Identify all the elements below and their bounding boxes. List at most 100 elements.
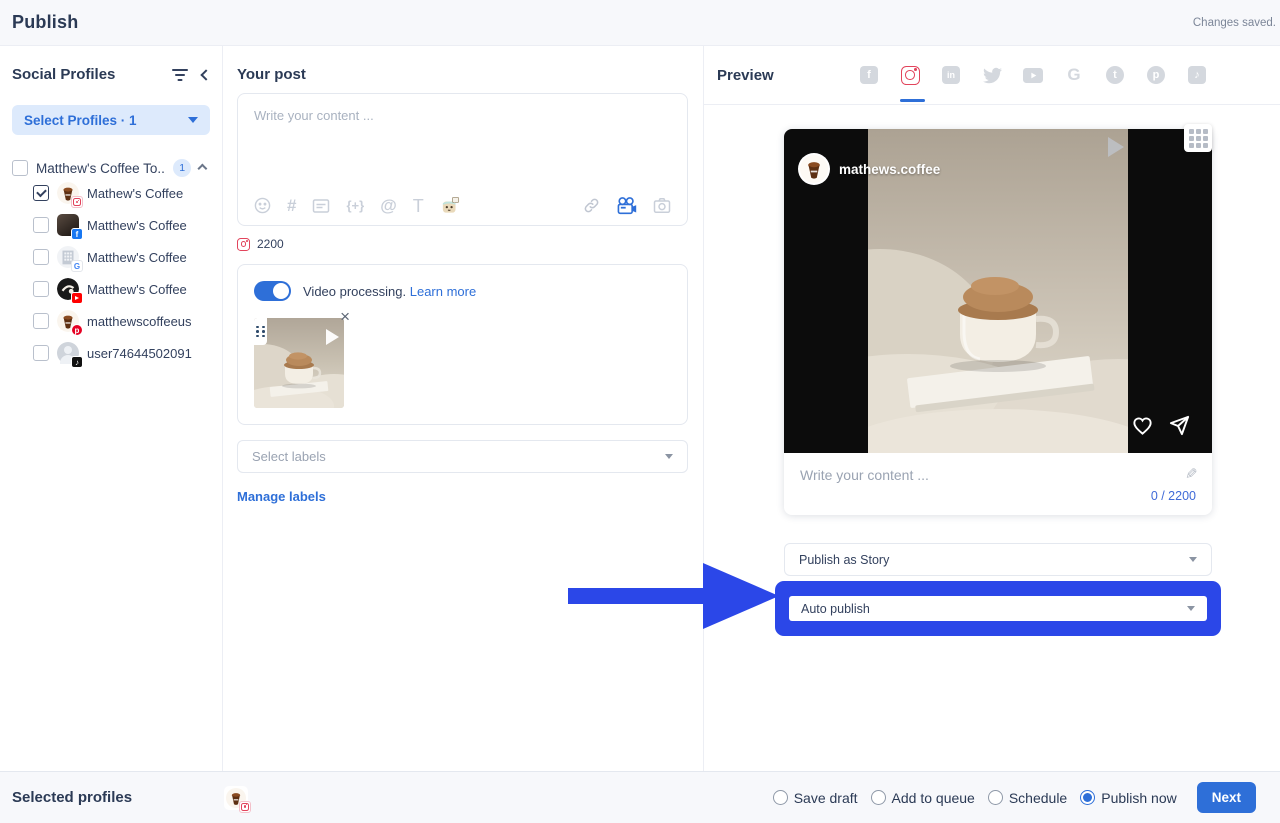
group-count-badge: 1 [173, 159, 191, 177]
text-format-icon[interactable]: T [413, 197, 424, 215]
group-label: Matthew's Coffee To... [36, 161, 165, 176]
edit-pencil-icon[interactable]: ✎ [1185, 465, 1198, 483]
media-attachment-card: Video processing. Learn more [237, 264, 688, 425]
saved-replies-icon[interactable] [312, 198, 330, 214]
profile-checkbox[interactable] [33, 313, 49, 329]
preview-network-tabs: f in G t p ♪ [859, 46, 1207, 104]
caption-char-counter: 0 / 2200 [800, 489, 1196, 503]
mention-icon[interactable]: @ [380, 197, 397, 214]
avatar [57, 278, 79, 300]
variables-icon[interactable]: {+} [346, 199, 364, 212]
youtube-badge-icon [71, 292, 83, 304]
ai-assistant-icon[interactable] [440, 196, 460, 215]
post-content-editor[interactable]: Write your content ... # {+} @ T [237, 93, 688, 226]
tab-facebook[interactable]: f [859, 65, 879, 85]
video-processing-label: Video processing. [303, 284, 406, 299]
annotation-arrow-head [703, 563, 779, 629]
play-icon[interactable] [1108, 137, 1124, 157]
tab-tiktok[interactable]: ♪ [1187, 65, 1207, 85]
grid-view-icon[interactable] [1184, 124, 1212, 152]
profile-row-google[interactable]: G Matthew's Coffee [12, 241, 210, 273]
google-badge-icon: G [71, 260, 83, 272]
labels-select[interactable]: Select labels [237, 440, 688, 473]
option-publish-now[interactable]: Publish now [1080, 790, 1177, 806]
manage-labels-link[interactable]: Manage labels [237, 489, 326, 504]
filter-icon[interactable] [172, 69, 188, 81]
radio-icon [1080, 790, 1095, 805]
emoji-icon[interactable] [254, 197, 271, 214]
hashtag-icon[interactable]: # [287, 197, 296, 214]
avatar: p [57, 310, 79, 332]
like-heart-icon [1131, 414, 1154, 437]
link-icon[interactable] [583, 197, 600, 214]
share-plane-icon [1168, 414, 1191, 437]
profile-row-youtube[interactable]: Matthew's Coffee [12, 273, 210, 305]
selected-profiles-label: Selected profiles [12, 789, 132, 806]
chevron-down-icon [665, 454, 673, 459]
play-icon [326, 329, 339, 345]
drag-handle-icon[interactable] [254, 318, 267, 345]
facebook-badge-icon: f [71, 228, 83, 240]
sidebar-title: Social Profiles [12, 66, 115, 83]
chevron-down-icon [188, 117, 198, 123]
profile-group-row[interactable]: Matthew's Coffee To... 1 [12, 159, 210, 177]
tab-youtube[interactable] [1023, 65, 1043, 85]
photo-upload-icon[interactable] [653, 197, 671, 214]
remove-media-icon[interactable]: × [340, 308, 350, 325]
annotation-arrow-shaft [568, 588, 704, 604]
chevron-up-icon[interactable] [198, 163, 208, 173]
profile-checkbox[interactable] [33, 217, 49, 233]
publish-as-story-select[interactable]: Publish as Story [784, 543, 1212, 576]
profile-row-pinterest[interactable]: p matthewscoffeeus [12, 305, 210, 337]
autosave-status: Changes saved. [1193, 17, 1276, 29]
avatar [798, 153, 830, 185]
radio-icon [773, 790, 788, 805]
profile-row-tiktok[interactable]: ♪ user74644502091 [12, 337, 210, 369]
profile-row-facebook[interactable]: f Matthew's Coffee [12, 209, 210, 241]
preview-account-row: mathews.coffee [798, 153, 940, 185]
video-thumbnail[interactable]: × [254, 318, 344, 408]
your-post-title: Your post [237, 66, 688, 83]
post-editor-column: Your post Write your content ... # {+} @… [223, 46, 704, 771]
next-button[interactable]: Next [1197, 782, 1256, 813]
avatar: f [57, 214, 79, 236]
preview-caption-area: Write your content ... ✎ 0 / 2200 [784, 453, 1212, 515]
profile-checkbox[interactable] [33, 345, 49, 361]
avatar [57, 182, 79, 204]
preview-title: Preview [717, 67, 774, 84]
video-processing-toggle[interactable] [254, 281, 291, 301]
publish-page: Publish Changes saved. Social Profiles S… [0, 0, 1280, 823]
tab-tumblr[interactable]: t [1105, 65, 1125, 85]
video-preview-area: mathews.coffee [784, 129, 1212, 453]
tab-linkedin[interactable]: in [941, 65, 961, 85]
tab-twitter[interactable] [982, 65, 1002, 85]
pinterest-badge-icon: p [71, 324, 83, 336]
option-schedule[interactable]: Schedule [988, 790, 1067, 806]
profile-checkbox[interactable] [33, 249, 49, 265]
select-profiles-dropdown[interactable]: Select Profiles · 1 [12, 105, 210, 135]
radio-icon [871, 790, 886, 805]
auto-publish-highlight: Auto publish [775, 581, 1221, 636]
tiktok-badge-icon: ♪ [71, 356, 83, 368]
selected-profile-avatar[interactable] [224, 786, 248, 810]
content-placeholder: Write your content ... [254, 108, 671, 123]
profile-row-instagram[interactable]: Mathew's Coffee [12, 177, 210, 209]
tab-google[interactable]: G [1064, 65, 1084, 85]
preview-actions [1131, 414, 1191, 437]
chevron-down-icon [1187, 606, 1195, 611]
group-checkbox[interactable] [12, 160, 28, 176]
preview-column: Preview f in G t p ♪ [704, 46, 1280, 771]
option-add-to-queue[interactable]: Add to queue [871, 790, 975, 806]
instagram-icon [237, 238, 250, 251]
auto-publish-select[interactable]: Auto publish [789, 596, 1207, 621]
collapse-sidebar-icon[interactable] [200, 69, 211, 80]
profile-checkbox[interactable] [33, 185, 49, 201]
option-save-draft[interactable]: Save draft [773, 790, 858, 806]
video-upload-icon[interactable] [616, 197, 637, 215]
learn-more-link[interactable]: Learn more [410, 284, 476, 299]
instagram-badge-icon [239, 801, 251, 813]
preview-header: Preview f in G t p ♪ [704, 46, 1280, 105]
profile-checkbox[interactable] [33, 281, 49, 297]
tab-pinterest[interactable]: p [1146, 65, 1166, 85]
tab-instagram[interactable] [900, 65, 920, 85]
